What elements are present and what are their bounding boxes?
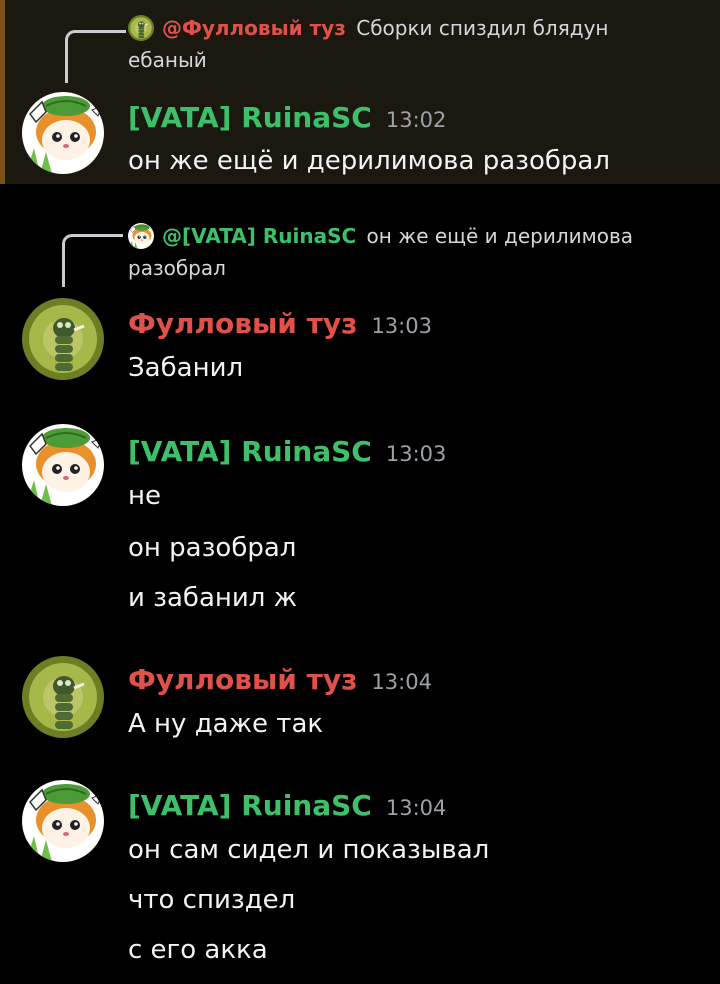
author-name[interactable]: [VATA] RuinaSC bbox=[128, 101, 372, 134]
message-text: с его акка bbox=[128, 935, 268, 965]
message-header: Фулловый туз 13:04 bbox=[128, 662, 432, 700]
message-text: не bbox=[128, 481, 161, 511]
author-name[interactable]: [VATA] RuinaSC bbox=[128, 789, 372, 822]
timestamp: 13:03 bbox=[385, 442, 447, 466]
avatar[interactable] bbox=[22, 780, 104, 862]
author-name[interactable]: Фулловый туз bbox=[128, 307, 357, 340]
message-group[interactable]: [VATA] RuinaSC 13:04 он сам сидел и показ… bbox=[0, 776, 720, 984]
message-header: Фулловый туз 13:03 bbox=[128, 306, 432, 344]
message-text: он сам сидел и показывал bbox=[128, 835, 490, 865]
reply-author[interactable]: @Фулловый туз bbox=[162, 16, 346, 40]
message-text: Забанил bbox=[128, 353, 244, 383]
message-text: он же ещё и дерилимова разобрал bbox=[128, 146, 610, 176]
reply-avatar-icon bbox=[128, 15, 154, 41]
reply-text-cont: ебаный bbox=[128, 48, 207, 72]
message-group[interactable]: Фулловый туз 13:04 А ну даже так bbox=[0, 656, 720, 756]
timestamp: 13:03 bbox=[371, 314, 432, 338]
avatar[interactable] bbox=[22, 298, 104, 380]
message-text: он разобрал bbox=[128, 533, 297, 563]
reply-text: он же ещё и дерилимова bbox=[366, 224, 634, 248]
message-group[interactable]: @Фулловый туз Сборки спиздил блядун ебан… bbox=[0, 0, 720, 184]
message-text: А ну даже так bbox=[128, 709, 324, 739]
message-text: что спиздел bbox=[128, 885, 296, 915]
reply-text-cont: разобрал bbox=[128, 256, 226, 280]
avatar[interactable] bbox=[22, 424, 104, 506]
timestamp: 13:04 bbox=[385, 796, 447, 820]
message-group[interactable]: [VATA] RuinaSC 13:03 не он разобрал и заб… bbox=[0, 420, 720, 620]
avatar[interactable] bbox=[22, 92, 104, 174]
reply-preview[interactable]: @[VATA] RuinaSC он же ещё и дерилимова р… bbox=[128, 220, 680, 284]
reply-author[interactable]: @[VATA] RuinaSC bbox=[162, 224, 356, 248]
message-header: [VATA] RuinaSC 13:02 bbox=[128, 100, 446, 138]
timestamp: 13:02 bbox=[385, 108, 447, 132]
timestamp: 13:04 bbox=[371, 670, 432, 694]
author-name[interactable]: Фулловый туз bbox=[128, 663, 357, 696]
message-header: [VATA] RuinaSC 13:04 bbox=[128, 788, 446, 826]
message-group[interactable]: @[VATA] RuinaSC он же ещё и дерилимова р… bbox=[0, 184, 720, 394]
reply-connector bbox=[65, 30, 126, 83]
reply-text: Сборки спиздил блядун bbox=[356, 16, 609, 40]
message-text: и забанил ж bbox=[128, 583, 298, 613]
reply-preview[interactable]: @Фулловый туз Сборки спиздил блядун ебан… bbox=[128, 12, 685, 76]
avatar[interactable] bbox=[22, 656, 104, 738]
author-name[interactable]: [VATA] RuinaSC bbox=[128, 435, 372, 468]
reply-avatar-icon bbox=[128, 223, 154, 249]
message-header: [VATA] RuinaSC 13:03 bbox=[128, 434, 446, 472]
reply-connector bbox=[62, 234, 123, 287]
